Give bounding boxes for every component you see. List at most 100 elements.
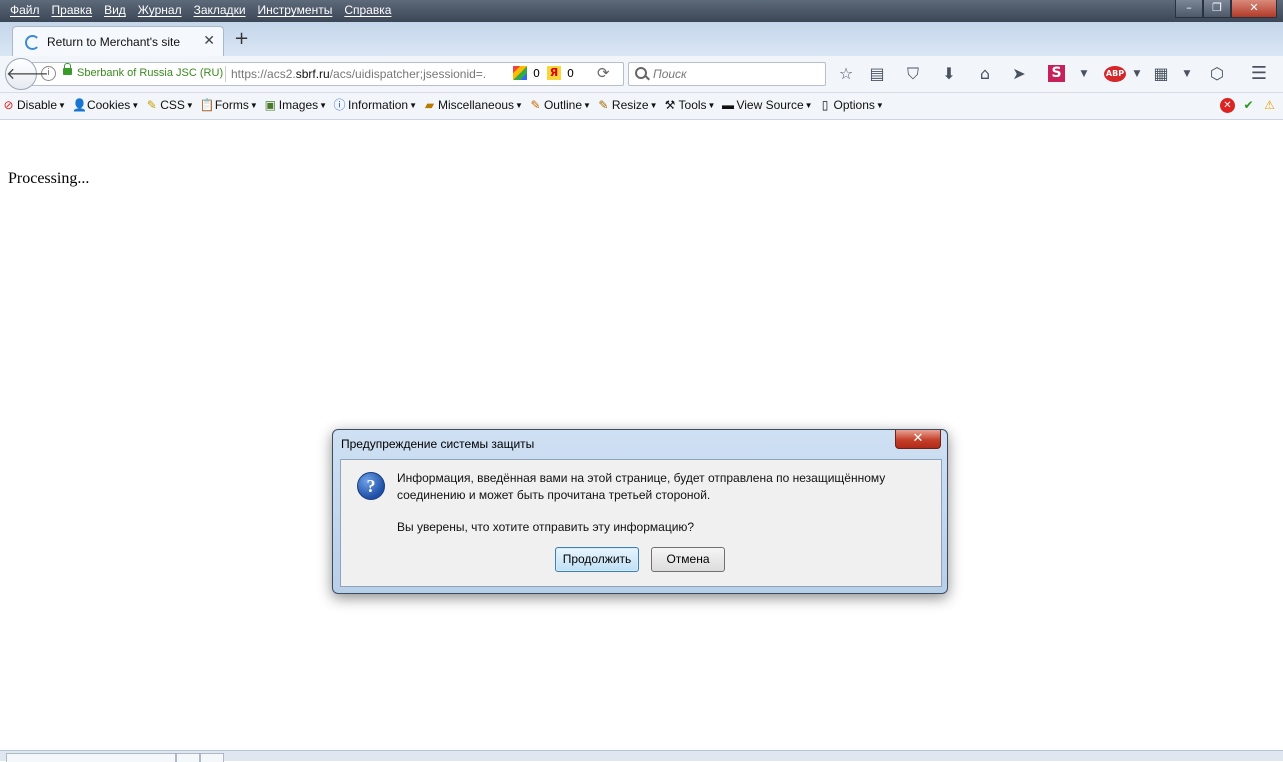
chevron-down-icon: ▼ — [131, 100, 140, 110]
check-icon[interactable]: ✔ — [1241, 98, 1256, 113]
devbar-images-label: Images — [278, 98, 319, 112]
s-extension-icon[interactable]: S — [1048, 65, 1065, 82]
back-arrow-icon[interactable]: 🡐 — [5, 58, 49, 90]
devbar-outline-label: Outline — [543, 98, 582, 112]
menu-bar: Файл Правка Вид Журнал Закладки Инструме… — [0, 0, 1283, 22]
chevron-down-icon: ▼ — [58, 100, 66, 110]
yandex-icon[interactable]: Я — [547, 66, 561, 80]
cancel-button[interactable]: Отмена — [651, 547, 725, 572]
devbar-options[interactable]: ▯ Options ▼ — [819, 98, 884, 112]
status-cell — [6, 753, 176, 762]
extension-dropdown-icon[interactable]: ▼ — [1177, 64, 1197, 84]
reading-list-icon[interactable]: ▤ — [867, 64, 887, 84]
url-bar[interactable]: i Sberbank of Russia JSC (RU) https://ac… — [32, 62, 624, 86]
chevron-down-icon: ▼ — [409, 100, 417, 110]
yandex-count: 0 — [567, 67, 574, 80]
search-placeholder: Поиск — [653, 67, 687, 81]
dialog-message-line2: соединению и может быть прочитана третье… — [397, 488, 711, 502]
menu-tools[interactable]: Инструменты — [252, 2, 339, 18]
dialog-question: Вы уверены, что хотите отправить эту инф… — [397, 520, 695, 534]
loading-spinner-icon — [25, 35, 40, 50]
reload-icon[interactable]: ⟳ — [597, 64, 610, 82]
menu-history[interactable]: Журнал — [132, 2, 188, 18]
devbar-disable-label: Disable — [17, 98, 58, 112]
minimize-button[interactable]: – — [1175, 0, 1203, 18]
devbar-resize[interactable]: ✎ Resize ▼ — [597, 98, 658, 112]
search-input[interactable]: Поиск — [628, 62, 826, 86]
outline-pencil-icon: ✎ — [530, 97, 541, 112]
url-prefix: https://acs2. — [231, 67, 296, 81]
home-icon[interactable]: ⌂ — [975, 64, 995, 84]
url-domain: sbrf.ru — [295, 67, 330, 81]
dialog-body: ? Информация, введённая вами на этой стр… — [340, 459, 942, 587]
tab-strip: Return to Merchant's site ✕ + — [0, 22, 1283, 57]
url-rest: /acs/uidispatcher;jsessionid=. — [329, 67, 487, 81]
devbar-view-source-label: View Source — [736, 98, 804, 112]
devbar-information[interactable]: ⓘ Information ▼ — [333, 98, 417, 112]
menu-file[interactable]: Файл — [4, 2, 46, 18]
tab-close-icon[interactable]: ✕ — [203, 33, 215, 49]
site-identity[interactable]: Sberbank of Russia JSC (RU) — [77, 67, 223, 79]
extension-grid-icon[interactable]: ▦ — [1151, 64, 1171, 84]
url-text[interactable]: https://acs2.sbrf.ru/acs/uidispatcher;js… — [231, 67, 486, 81]
devbar-status: ✕ ✔ ⚠ — [1220, 98, 1277, 113]
menu-edit[interactable]: Правка — [46, 2, 99, 18]
restore-button[interactable]: ❐ — [1203, 0, 1231, 18]
google-count: 0 — [533, 67, 540, 80]
devbar-outline[interactable]: ✎ Outline ▼ — [529, 97, 591, 112]
forms-clipboard-icon: 📋 — [199, 97, 215, 112]
cookies-icon: 👤 — [71, 97, 87, 112]
status-cell — [200, 753, 224, 762]
dropdown-arrow-icon[interactable]: ▼ — [1074, 64, 1094, 84]
dialog-message: Информация, введённая вами на этой стран… — [397, 470, 917, 504]
devbar-forms[interactable]: 📋 Forms ▼ — [200, 98, 258, 112]
pocket-icon[interactable]: ⛉ — [903, 64, 923, 84]
devbar-miscellaneous[interactable]: ▰ Miscellaneous ▼ — [423, 98, 523, 112]
chevron-down-icon: ▼ — [804, 100, 813, 110]
dialog-close-button[interactable]: ✕ — [895, 430, 941, 449]
google-pagerank-icon[interactable] — [513, 66, 527, 80]
images-icon: ▣ — [264, 97, 276, 112]
menu-bookmarks[interactable]: Закладки — [188, 2, 252, 18]
devbar-images[interactable]: ▣ Images ▼ — [264, 98, 327, 112]
bookmark-star-icon[interactable]: ☆ — [836, 64, 856, 84]
view-source-icon: ▬ — [721, 97, 734, 112]
devbar-css-label: CSS — [160, 98, 185, 112]
window-close-button[interactable]: ✕ — [1231, 0, 1277, 18]
url-separator — [225, 66, 226, 82]
devbar-cookies[interactable]: 👤 Cookies ▼ — [72, 98, 139, 112]
devbar-information-label: Information — [348, 98, 409, 112]
window-controls: – ❐ ✕ — [1175, 0, 1277, 18]
warning-icon[interactable]: ⚠ — [1262, 98, 1277, 113]
devbar-view-source[interactable]: ▬ View Source ▼ — [721, 97, 813, 112]
adblock-dropdown-icon[interactable]: ▼ — [1127, 64, 1147, 84]
tab-return-to-merchant[interactable]: Return to Merchant's site ✕ — [12, 26, 224, 57]
devbar-options-label: Options — [833, 98, 875, 112]
css-pencil-icon: ✎ — [146, 97, 157, 112]
miscellaneous-folder-icon: ▰ — [424, 97, 435, 112]
devbar-resize-label: Resize — [611, 98, 649, 112]
lock-icon[interactable] — [63, 63, 72, 75]
chevron-down-icon: ▼ — [583, 100, 591, 110]
devbar-forms-label: Forms — [214, 98, 249, 112]
hamburger-menu-icon[interactable]: ☰ — [1249, 64, 1269, 84]
hexagon-extension-icon[interactable]: ⬡ — [1207, 64, 1227, 84]
devbar-disable[interactable]: ⊘ Disable ▼ — [2, 97, 66, 112]
devbar-css[interactable]: ✎ CSS ▼ — [145, 98, 194, 112]
error-icon[interactable]: ✕ — [1220, 98, 1235, 113]
devbar-cookies-label: Cookies — [86, 98, 131, 112]
options-icon: ▯ — [821, 97, 829, 112]
chevron-down-icon: ▼ — [649, 100, 658, 110]
dialog-title: Предупреждение системы защиты — [341, 437, 535, 451]
dialog-message-line1: Информация, введённая вами на этой стран… — [397, 471, 886, 485]
devbar-tools[interactable]: ⚒ Tools ▼ — [664, 98, 716, 112]
menu-help[interactable]: Справка — [338, 2, 397, 18]
menu-view[interactable]: Вид — [98, 2, 132, 18]
download-icon[interactable]: ⬇ — [939, 64, 959, 84]
security-warning-dialog: Предупреждение системы защиты ✕ ? Информ… — [332, 429, 948, 594]
send-icon[interactable]: ➤ — [1009, 64, 1029, 84]
continue-button[interactable]: Продолжить — [555, 547, 639, 572]
new-tab-plus-icon[interactable]: + — [234, 28, 249, 49]
disable-icon: ⊘ — [3, 97, 14, 112]
adblock-plus-icon[interactable]: ABP — [1104, 66, 1126, 82]
